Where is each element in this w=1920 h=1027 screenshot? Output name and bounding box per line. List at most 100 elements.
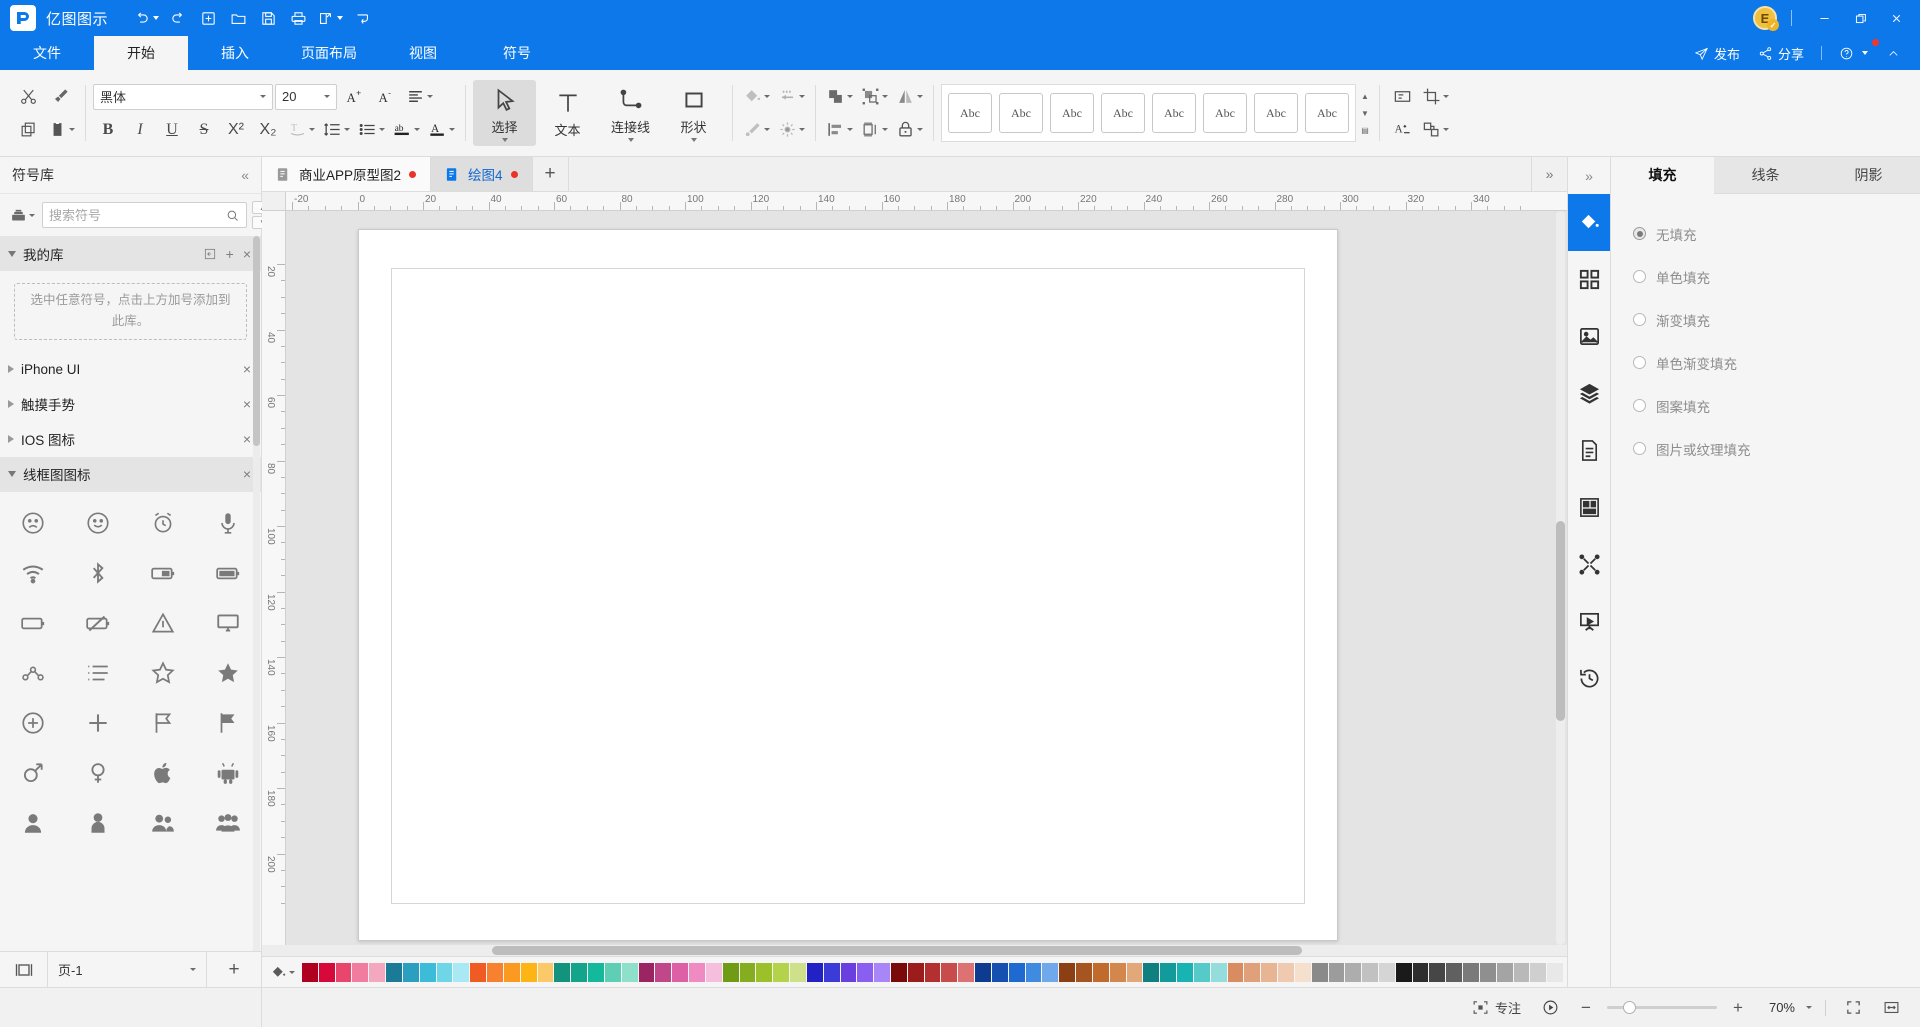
color-swatch[interactable] xyxy=(655,962,672,982)
text-highlight-button[interactable]: ab xyxy=(390,115,423,145)
color-swatch[interactable] xyxy=(1126,962,1143,982)
color-swatch[interactable] xyxy=(503,962,520,982)
color-swatch[interactable] xyxy=(453,962,470,982)
color-swatch[interactable] xyxy=(1446,962,1463,982)
color-swatch[interactable] xyxy=(823,962,840,982)
decrease-font-size-button[interactable]: A- xyxy=(371,82,401,112)
symbol-android[interactable] xyxy=(196,748,261,798)
color-swatch[interactable] xyxy=(705,962,722,982)
color-swatch[interactable] xyxy=(335,962,352,982)
avatar[interactable]: E ✓ xyxy=(1753,6,1779,31)
color-swatch[interactable] xyxy=(840,962,857,982)
doc-tab-2[interactable]: 绘图4 xyxy=(431,157,533,191)
format-tab-line[interactable]: 线条 xyxy=(1714,157,1817,194)
search-input[interactable] xyxy=(49,207,225,223)
color-swatch[interactable] xyxy=(369,962,386,982)
symbol-monitor[interactable] xyxy=(196,598,261,648)
symbol-smile-face[interactable] xyxy=(65,498,130,548)
import-library-icon[interactable] xyxy=(203,247,217,261)
symbol-battery-empty[interactable] xyxy=(0,598,65,648)
style-item[interactable]: Abc xyxy=(1305,93,1349,133)
color-swatch[interactable] xyxy=(537,962,554,982)
color-swatch[interactable] xyxy=(1008,962,1025,982)
library-manager-button[interactable] xyxy=(8,205,37,226)
color-swatch[interactable] xyxy=(773,962,790,982)
color-swatch[interactable] xyxy=(1261,962,1278,982)
color-swatch[interactable] xyxy=(1059,962,1076,982)
italic-button[interactable]: I xyxy=(125,115,155,145)
symbol-microphone[interactable] xyxy=(196,498,261,548)
tool-text[interactable]: 文本 xyxy=(536,80,599,146)
style-item[interactable]: Abc xyxy=(1050,93,1094,133)
style-item[interactable]: Abc xyxy=(1101,93,1145,133)
underline-button[interactable]: U xyxy=(157,115,187,145)
close-button[interactable] xyxy=(1878,0,1914,36)
zoom-in-button[interactable]: + xyxy=(1726,996,1750,1020)
color-swatch[interactable] xyxy=(352,962,369,982)
color-swatch[interactable] xyxy=(924,962,941,982)
color-swatch[interactable] xyxy=(689,962,705,982)
pen-button[interactable] xyxy=(740,115,773,145)
tab-file[interactable]: 文件 xyxy=(0,36,94,70)
zoom-out-button[interactable]: − xyxy=(1574,996,1598,1020)
symbol-share-node[interactable] xyxy=(0,648,65,698)
color-swatch[interactable] xyxy=(302,962,318,982)
fill-option-picture-texture[interactable]: 图片或纹理填充 xyxy=(1633,427,1920,470)
strikethrough-button[interactable]: S xyxy=(189,115,219,145)
color-swatch[interactable] xyxy=(1547,962,1563,982)
color-swatch[interactable] xyxy=(739,962,756,982)
color-swatch[interactable] xyxy=(487,962,503,982)
radio-button[interactable] xyxy=(1633,227,1646,240)
vertical-ruler[interactable]: 20 40 60 80 100 120 140 160 180 200 xyxy=(262,211,286,945)
rail-connector-style[interactable] xyxy=(1568,536,1611,593)
export-button[interactable] xyxy=(314,4,346,32)
format-tab-shadow[interactable]: 阴影 xyxy=(1817,157,1920,194)
color-swatch[interactable] xyxy=(890,962,907,982)
color-swatch[interactable] xyxy=(318,962,335,982)
color-swatch[interactable] xyxy=(991,962,1008,982)
canvas-page[interactable] xyxy=(358,229,1338,941)
color-swatch[interactable] xyxy=(1479,962,1496,982)
color-swatch[interactable] xyxy=(419,962,436,982)
color-swatch[interactable] xyxy=(756,962,773,982)
color-swatch[interactable] xyxy=(975,962,991,982)
symbol-star-filled[interactable] xyxy=(196,648,261,698)
distribute-button[interactable] xyxy=(858,115,891,145)
flip-button[interactable] xyxy=(893,82,926,112)
rail-history[interactable] xyxy=(1568,650,1611,707)
symbol-plus-circle[interactable] xyxy=(0,698,65,748)
rail-image[interactable] xyxy=(1568,308,1611,365)
increase-font-size-button[interactable]: A + xyxy=(339,82,369,112)
tab-insert[interactable]: 插入 xyxy=(188,36,282,70)
color-swatch[interactable] xyxy=(1513,962,1530,982)
color-swatch[interactable] xyxy=(941,962,958,982)
tool-connector[interactable]: 连接线 xyxy=(599,80,662,146)
format-painter-button[interactable] xyxy=(45,82,75,112)
fill-option-mono-gradient[interactable]: 单色渐变填充 xyxy=(1633,341,1920,384)
library-group-iphone-ui[interactable]: iPhone UI × xyxy=(0,352,261,387)
style-item[interactable]: Abc xyxy=(1152,93,1196,133)
color-swatch[interactable] xyxy=(621,962,638,982)
canvas-viewport[interactable] xyxy=(286,211,1567,945)
minimize-button[interactable] xyxy=(1806,0,1842,36)
radio-button[interactable] xyxy=(1633,399,1646,412)
style-item[interactable]: Abc xyxy=(1254,93,1298,133)
color-swatch[interactable] xyxy=(907,962,924,982)
publish-button[interactable]: 发布 xyxy=(1685,40,1749,66)
color-swatch[interactable] xyxy=(806,962,823,982)
line-style-button[interactable] xyxy=(775,82,808,112)
symbol-ordered-list[interactable] xyxy=(65,648,130,698)
font-color-button[interactable]: A xyxy=(425,115,458,145)
tab-page-layout[interactable]: 页面布局 xyxy=(282,36,376,70)
line-spacing-button[interactable] xyxy=(320,115,353,145)
color-swatch[interactable] xyxy=(1160,962,1177,982)
color-swatch[interactable] xyxy=(554,962,571,982)
redo-button[interactable] xyxy=(164,4,192,32)
color-swatch[interactable] xyxy=(1025,962,1042,982)
gallery-expand-button[interactable]: ▤ xyxy=(1358,122,1372,138)
print-button[interactable] xyxy=(284,4,312,32)
color-swatch[interactable] xyxy=(1092,962,1109,982)
chevron-down-icon[interactable] xyxy=(1806,1006,1812,1009)
share-button[interactable]: 分享 xyxy=(1749,40,1813,66)
fit-page-button[interactable] xyxy=(1839,996,1868,1019)
